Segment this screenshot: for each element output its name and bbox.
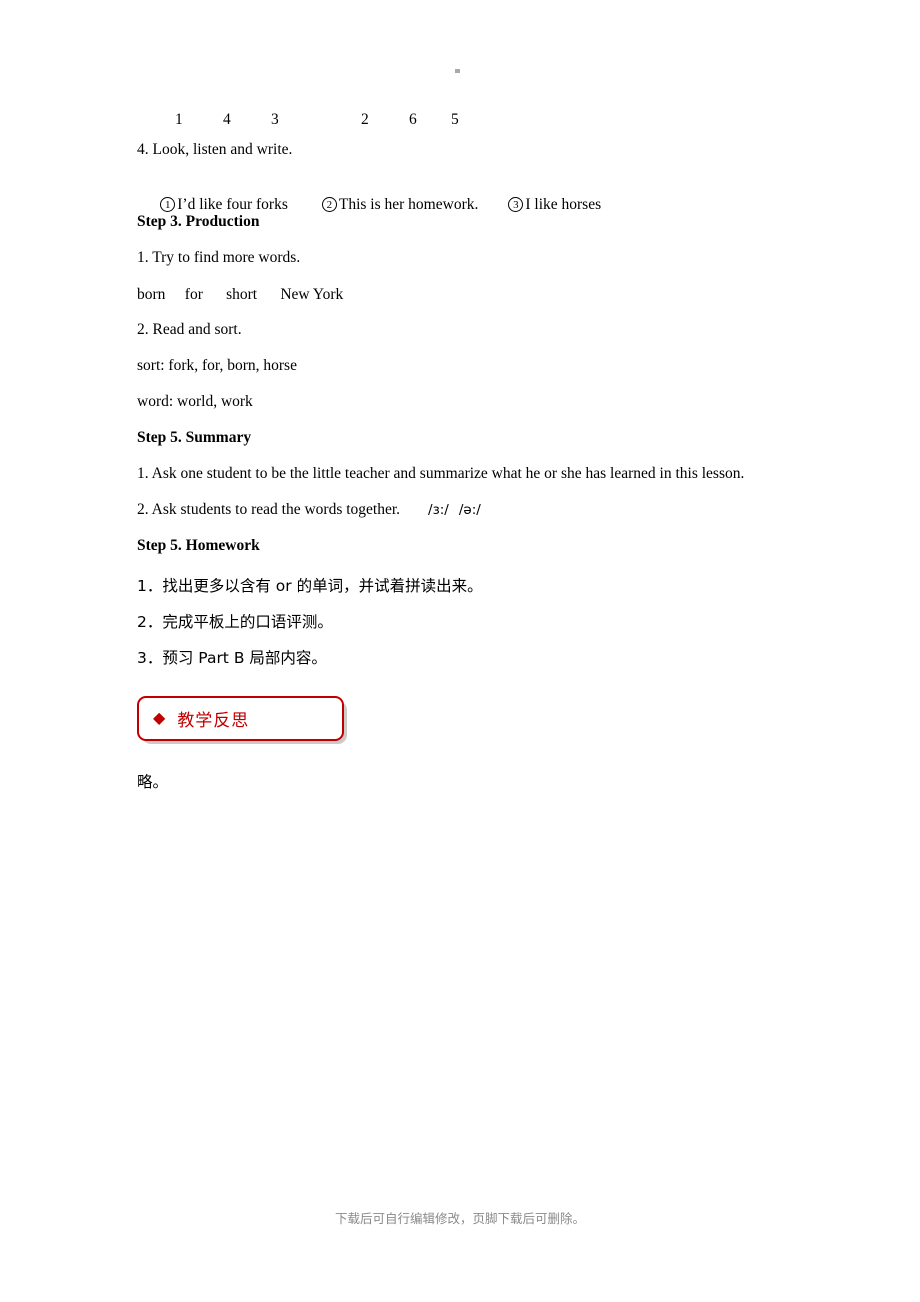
circled-sentence-3: 3I like horses [508,196,601,214]
teaching-reflection-box: ◆ 教学反思 [137,696,349,744]
activity-4-heading: 4. Look, listen and write. [137,141,293,158]
circled-sentence-2: 2 This is her homework. [321,196,479,214]
diamond-bullet-icon: ◆ [153,709,166,727]
ipa-symbol-schwa: /ə:/ [458,502,481,518]
circled-number-icon: 1 [160,197,176,212]
word-list: born for short New York [137,286,344,303]
ipa-symbol-er: /ɜ:/ [428,502,449,518]
page-footer-note: 下载后可自行编辑修改，页脚下载后可删除。 [334,1211,585,1226]
sort-line: sort: fork, for, born, horse [137,357,297,374]
answer-number: 2 [361,111,369,128]
teaching-reflection-banner: ◆ 教学反思 [137,696,344,741]
circled-sentence-text: I like horses [525,196,602,213]
homework-item: 3．预习 Part B 局部内容。 [137,649,327,667]
step5-summary-heading: Step 5. Summary [137,429,252,446]
circled-sentence-1: 1 I’d like four forks [160,196,288,214]
circled-number-icon: 3 [508,197,524,212]
document-page: 1 4 3 2 6 5 4. Look, listen and write. 1… [0,0,920,1302]
step3-item-1: 1. Try to find more words. [137,249,301,266]
teaching-reflection-title: 教学反思 [177,711,250,731]
summary-item-2: 2. Ask students to read the words togeth… [137,502,817,538]
homework-item: 1．找出更多以含有 or 的单词，并试着拼读出来。 [137,577,483,595]
step3-heading: Step 3. Production [137,213,260,230]
homework-item: 2．完成平板上的口语评测。 [137,613,333,631]
summary-item-2-text: 2. Ask students to read the words togeth… [137,501,401,518]
circled-sentences-row: 1 I’d like four forks 2 This is her homewor… [137,178,817,214]
step5-homework-heading: Step 5. Homework [137,537,260,554]
word-line: word: world, work [137,393,253,410]
page-top-artifact-mark [455,69,460,73]
summary-item-1: 1. Ask one student to be the little teac… [137,465,745,482]
reflection-body-text: 略。 [137,773,169,791]
answer-number: 6 [409,111,417,128]
circled-number-icon: 2 [321,197,337,212]
circled-sentence-text: This is her homework. [338,196,479,213]
answer-number: 1 [175,111,183,128]
circled-sentence-text: I’d like four forks [177,196,288,213]
answer-number: 5 [451,111,459,128]
document-body: 1 4 3 2 6 5 4. Look, listen and write. 1… [137,112,817,682]
answer-number: 4 [223,111,231,128]
answer-number: 3 [271,111,279,128]
answer-numbers-row: 1 4 3 2 6 5 [137,112,817,142]
step3-item-2: 2. Read and sort. [137,321,242,338]
